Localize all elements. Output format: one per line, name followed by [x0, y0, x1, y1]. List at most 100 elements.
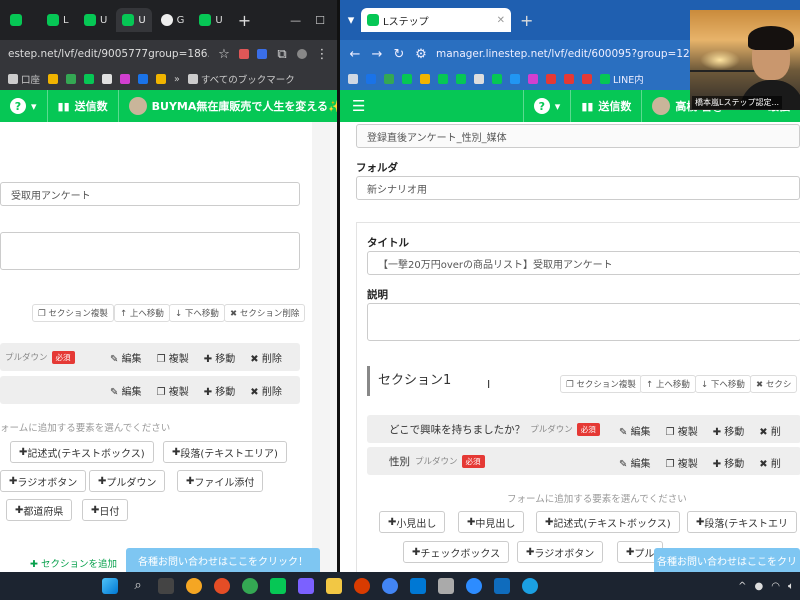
add-checkbox-button[interactable]: ✚ チェックボックス	[403, 541, 510, 563]
help-menu[interactable]: ? ▾	[522, 90, 571, 122]
bookmark-folder[interactable]: 口座	[8, 72, 40, 86]
move-button[interactable]: ✚ 移動	[713, 423, 745, 438]
bookmark-icon[interactable]	[84, 74, 95, 84]
send-count-button[interactable]: ▮▮ 送信数	[570, 90, 641, 122]
add-textbox-button[interactable]: ✚ 記述式(テキストボックス)	[10, 441, 154, 463]
move-button[interactable]: ✚ 移動	[204, 350, 236, 365]
section-title[interactable]: セクション1	[367, 366, 451, 396]
edit-button[interactable]: ✎ 編集	[619, 455, 651, 470]
duplicate-button[interactable]: ❐ 複製	[157, 350, 189, 365]
add-textbox-button[interactable]: ✚ 記述式(テキストボックス)	[536, 511, 680, 533]
chrome-alt-icon[interactable]	[242, 578, 258, 594]
bookmark-icon[interactable]	[528, 74, 538, 84]
duplicate-button[interactable]: ❐ 複製	[666, 423, 698, 438]
description-textarea[interactable]	[0, 232, 300, 270]
bookmark-icon[interactable]	[402, 74, 412, 84]
app-icon[interactable]	[494, 578, 510, 594]
zoom-icon[interactable]	[466, 578, 482, 594]
description-textarea[interactable]	[367, 303, 800, 341]
start-button-icon[interactable]	[102, 578, 118, 594]
account-switcher[interactable]: BUYMA無在庫販売で人生を変える✨▾	[117, 90, 337, 122]
tray-app-icon[interactable]: ●	[755, 581, 764, 592]
task-view-icon[interactable]	[158, 578, 174, 594]
title-input[interactable]: 【一撃20万円overの商品リスト】受取用アンケート	[367, 251, 800, 275]
add-date-button[interactable]: ✚ 日付	[82, 499, 129, 521]
delete-button[interactable]: ✖ 削	[759, 423, 781, 438]
left-tab-1[interactable]	[4, 8, 38, 32]
bookmark-icon[interactable]	[456, 74, 466, 84]
move-button[interactable]: ✚ 移動	[713, 455, 745, 470]
line-bookmark[interactable]: LINE内	[600, 72, 644, 86]
youtube-icon[interactable]	[564, 74, 574, 84]
profile-avatar[interactable]	[297, 49, 307, 59]
reload-icon[interactable]: ↻	[392, 47, 406, 62]
search-icon[interactable]: ⌕	[130, 578, 146, 594]
add-file-button[interactable]: ✚ ファイル添付	[177, 470, 264, 492]
duplicate-button[interactable]: ❐ 複製	[666, 455, 698, 470]
minimize-icon[interactable]: —	[290, 14, 301, 27]
add-textarea-button[interactable]: ✚ 段落(テキストエリ	[687, 511, 797, 533]
youtube-icon[interactable]	[546, 74, 556, 84]
bookmark-icon[interactable]	[384, 74, 394, 84]
move-section-down-button[interactable]: ↓ 下へ移動	[695, 375, 751, 393]
edit-button[interactable]: ✎ 編集	[110, 350, 142, 365]
left-tab-5[interactable]: G	[155, 8, 191, 32]
bookmark-icon[interactable]	[492, 74, 502, 84]
chrome-profile-icon[interactable]	[214, 578, 230, 594]
contact-banner[interactable]: 各種お問い合わせはここをクリ	[654, 548, 800, 572]
add-textarea-button[interactable]: ✚ 段落(テキストエリア)	[163, 441, 287, 463]
line-app-icon[interactable]	[270, 578, 286, 594]
add-medium-heading-button[interactable]: ✚ 中見出し	[458, 511, 525, 533]
chevron-up-icon[interactable]: ^	[738, 581, 746, 592]
right-tab-lstep[interactable]: Lステップ ✕	[361, 8, 511, 32]
duplicate-button[interactable]: ❐ 複製	[157, 383, 189, 398]
apps-grid-icon[interactable]	[348, 74, 358, 84]
add-pulldown-button[interactable]: ✚ プルダウン	[89, 470, 166, 492]
left-tab-2[interactable]: L	[41, 8, 75, 32]
duplicate-section-button[interactable]: ❐ セクション複製	[560, 375, 642, 393]
maximize-icon[interactable]: ☐	[315, 14, 325, 27]
edge-icon[interactable]	[522, 578, 538, 594]
move-button[interactable]: ✚ 移動	[204, 383, 236, 398]
volume-icon[interactable]: 🔈︎	[788, 581, 794, 592]
delete-button[interactable]: ✖ 削	[759, 455, 781, 470]
contact-banner[interactable]: 各種お問い合わせはここをクリック！	[126, 548, 320, 572]
send-count-button[interactable]: ▮▮ 送信数	[46, 90, 118, 122]
wifi-icon[interactable]: ◠	[771, 581, 780, 592]
bookmark-icon[interactable]	[156, 74, 167, 84]
move-section-up-button[interactable]: ↑ 上へ移動	[114, 304, 170, 322]
move-section-down-button[interactable]: ↓ 下へ移動	[169, 304, 225, 322]
folder-select[interactable]: 新シナリオ用	[356, 176, 800, 200]
title-input[interactable]: 受取用アンケート	[0, 182, 300, 206]
add-section-link[interactable]: ✚ セクションを追加	[30, 556, 117, 570]
all-bookmarks-folder[interactable]: すべてのブックマーク	[187, 72, 295, 86]
extension-icon[interactable]	[239, 49, 249, 59]
close-tab-icon[interactable]: ✕	[497, 15, 505, 26]
left-tab-6[interactable]: U	[193, 8, 228, 32]
add-prefecture-button[interactable]: ✚ 都道府県	[6, 499, 73, 521]
edit-button[interactable]: ✎ 編集	[619, 423, 651, 438]
add-small-heading-button[interactable]: ✚ 小見出し	[379, 511, 446, 533]
youtube-icon[interactable]	[582, 74, 592, 84]
chrome-icon[interactable]	[186, 578, 202, 594]
move-section-up-button[interactable]: ↑ 上へ移動	[640, 375, 696, 393]
add-radio-button[interactable]: ✚ ラジオボタン	[0, 470, 87, 492]
delete-button[interactable]: ✖ 削除	[250, 350, 282, 365]
extensions-puzzle-icon[interactable]: ⧉	[275, 47, 289, 62]
site-info-icon[interactable]: ⚙	[414, 47, 428, 62]
delete-section-button[interactable]: ✖ セクシ	[750, 375, 798, 393]
add-radio-button[interactable]: ✚ ラジオボタン	[517, 541, 604, 563]
back-arrow-icon[interactable]: ←	[348, 47, 362, 62]
extension-icon[interactable]	[257, 49, 267, 59]
bookmark-icon[interactable]	[366, 74, 376, 84]
bookmark-icon[interactable]	[120, 74, 131, 84]
bookmark-icon[interactable]	[474, 74, 484, 84]
help-menu[interactable]: ? ▾	[0, 90, 47, 122]
form-name-input[interactable]: 登録直後アンケート_性別_媒体	[356, 124, 800, 148]
new-tab-plus-icon[interactable]: +	[232, 11, 257, 30]
left-tab-3[interactable]: U	[78, 8, 113, 32]
forward-arrow-icon[interactable]: →	[370, 47, 384, 62]
tab-search-icon[interactable]: ▾	[344, 13, 358, 28]
bookmark-star-icon[interactable]: ☆	[217, 47, 231, 62]
bookmark-icon[interactable]	[102, 74, 113, 84]
